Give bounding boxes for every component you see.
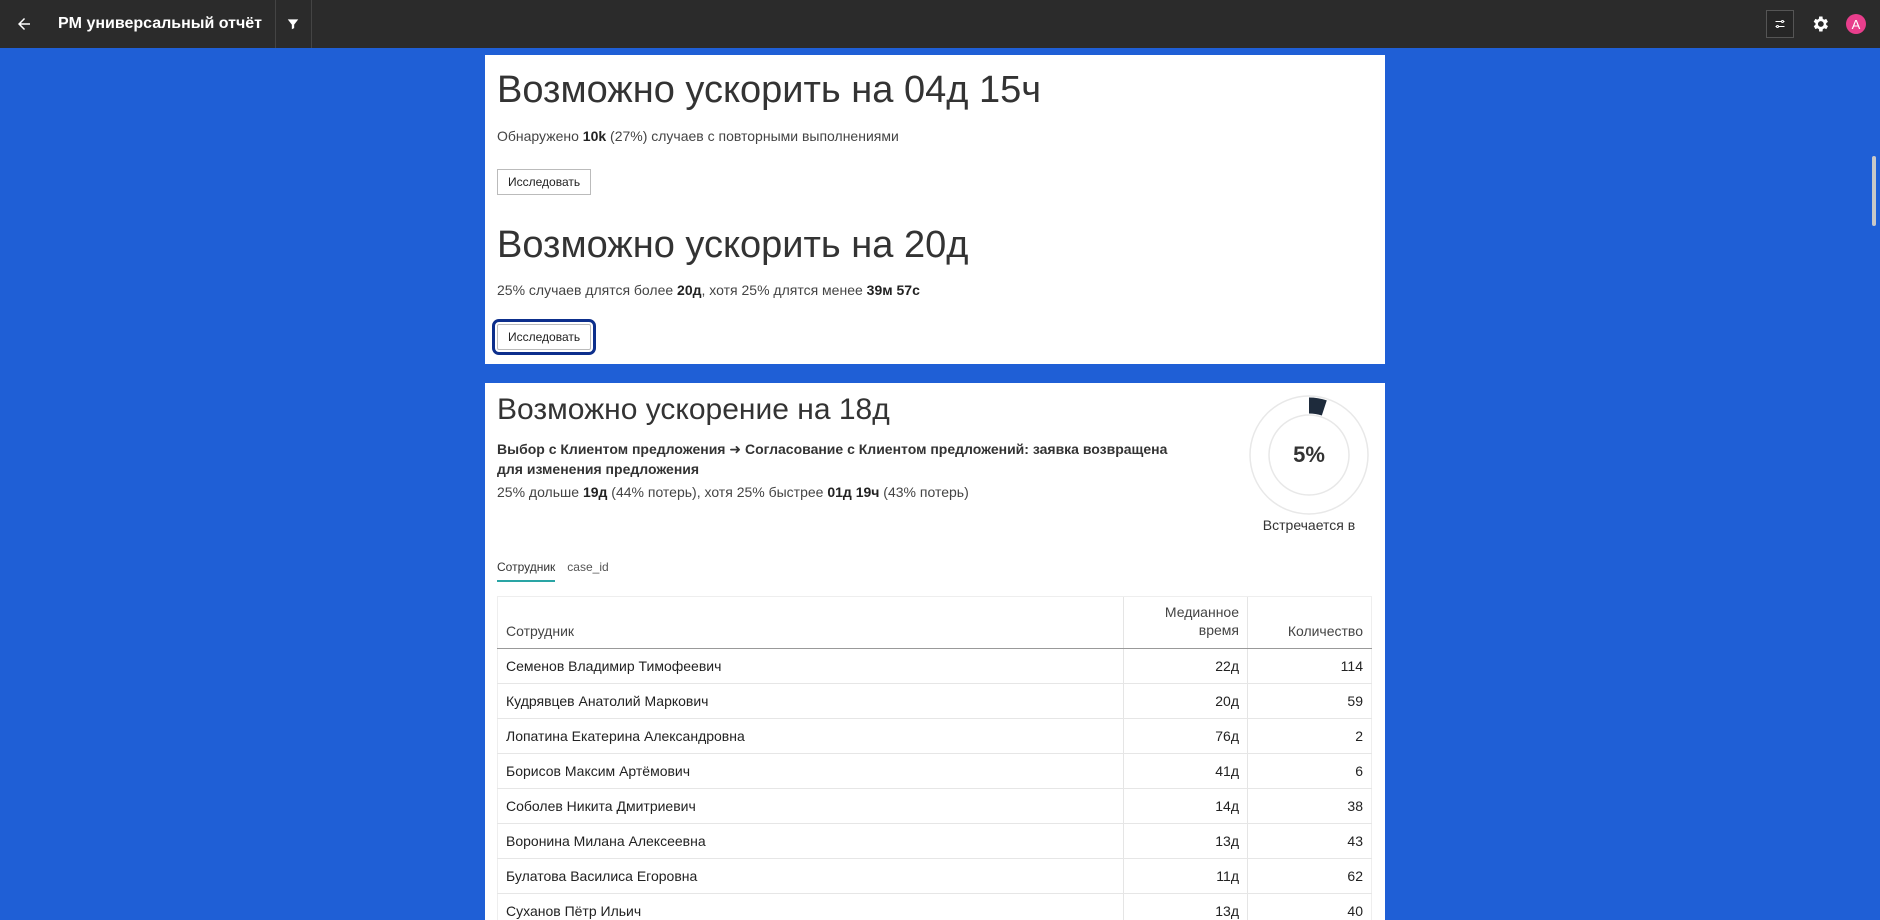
cell-count: 59: [1247, 683, 1372, 719]
transition-card: Возможно ускорение на 18д Выбор с Клиент…: [485, 383, 1385, 920]
column-header-median-time[interactable]: Медианное время: [1123, 596, 1248, 649]
cell-employee: Воронина Милана Алексеевна: [497, 823, 1124, 859]
cell-median-time: 13д: [1123, 823, 1248, 859]
scrollbar-thumb[interactable]: [1872, 156, 1876, 226]
topbar-actions: A: [1766, 0, 1880, 48]
delta-slow: 19д: [582, 484, 608, 500]
settings-button[interactable]: [1808, 12, 1832, 36]
cell-count: 40: [1247, 893, 1372, 920]
table-row[interactable]: Суханов Пётр Ильич 13д 40: [497, 893, 1372, 920]
column-header-employee[interactable]: Сотрудник: [497, 596, 1124, 649]
tab-case-id[interactable]: case_id: [567, 560, 608, 582]
cell-count: 62: [1247, 858, 1372, 894]
table-row[interactable]: Борисов Максим Артёмович 41д 6: [497, 753, 1372, 789]
cell-median-time: 13д: [1123, 893, 1248, 920]
duration-summary-pre: 25% случаев длятся более: [497, 282, 678, 298]
rework-summary-post: (27%) случаев с повторными выполнениями: [606, 128, 899, 144]
table-row[interactable]: Булатова Василиса Егоровна 11д 62: [497, 858, 1372, 894]
cell-employee: Лопатина Екатерина Александровна: [497, 718, 1124, 754]
transition-speedup-title: Возможно ускорение на 18д: [497, 393, 890, 426]
occurrence-donut: 5%: [1249, 395, 1369, 515]
donut-arc: [1309, 397, 1327, 416]
cell-median-time: 11д: [1123, 858, 1248, 894]
delta-fast: 01д 19ч: [827, 484, 880, 500]
explore-duration-button[interactable]: Исследовать: [491, 319, 597, 355]
app-title: PM универсальный отчёт: [58, 0, 276, 48]
rework-count: 10k: [582, 128, 607, 144]
breakdown-tabs: Сотрудник case_id: [497, 560, 609, 582]
cell-employee: Суханов Пётр Ильич: [497, 893, 1124, 920]
duration-summary: 25% случаев длятся более 20д, хотя 25% д…: [497, 282, 920, 298]
rework-speedup-title: Возможно ускорить на 04д 15ч: [497, 69, 1042, 111]
cell-employee: Кудрявцев Анатолий Маркович: [497, 683, 1124, 719]
transition-name: Выбор с Клиентом предложения ➜ Согласова…: [497, 441, 1168, 477]
gear-icon: [1813, 16, 1828, 32]
cell-count: 43: [1247, 823, 1372, 859]
column-header-count[interactable]: Количество: [1247, 596, 1372, 649]
donut-percent: 5%: [1293, 442, 1325, 467]
back-button[interactable]: [0, 0, 48, 48]
avatar[interactable]: A: [1846, 14, 1866, 34]
tune-icon: [1775, 20, 1785, 28]
cell-employee: Борисов Максим Артёмович: [497, 753, 1124, 789]
cell-median-time: 22д: [1123, 648, 1248, 684]
transition-delta: 25% дольше 19д (44% потерь), хотя 25% бы…: [497, 484, 969, 500]
table-row[interactable]: Лопатина Екатерина Александровна 76д 2: [497, 718, 1372, 754]
table-row[interactable]: Соболев Никита Дмитриевич 14д 38: [497, 788, 1372, 824]
duration-summary-mid: , хотя 25% длятся менее: [701, 282, 867, 298]
donut-caption: Встречается в: [1262, 517, 1356, 533]
duration-long: 20д: [677, 282, 702, 298]
cell-employee: Булатова Василиса Егоровна: [497, 858, 1124, 894]
rework-summary: Обнаружено 10k (27%) случаев с повторным…: [497, 128, 899, 144]
delta-pre: 25% дольше: [497, 484, 583, 500]
tune-button[interactable]: [1766, 10, 1794, 38]
speedup-card: Возможно ускорить на 04д 15ч Обнаружено …: [485, 55, 1385, 364]
table-header-row: Сотрудник Медианное время Количество: [497, 596, 1372, 649]
explore-rework-button[interactable]: Исследовать: [497, 169, 592, 195]
table-row[interactable]: Кудрявцев Анатолий Маркович 20д 59: [497, 683, 1372, 719]
cell-count: 38: [1247, 788, 1372, 824]
cell-count: 114: [1247, 648, 1372, 684]
cell-median-time: 76д: [1123, 718, 1248, 754]
cell-median-time: 14д: [1123, 788, 1248, 824]
rework-summary-pre: Обнаружено: [497, 128, 583, 144]
cell-count: 6: [1247, 753, 1372, 789]
cell-count: 2: [1247, 718, 1372, 754]
filter-icon: [288, 19, 299, 30]
delta-mid: (44% потерь), хотя 25% быстрее: [607, 484, 828, 500]
cell-employee: Семенов Владимир Тимофеевич: [497, 648, 1124, 684]
filter-button[interactable]: [276, 0, 312, 48]
breakdown-table: Сотрудник Медианное время Количество Сем…: [497, 596, 1372, 920]
tab-employee[interactable]: Сотрудник: [497, 560, 556, 582]
top-bar: PM универсальный отчёт A: [0, 0, 1880, 48]
arrow-back-icon: [18, 18, 30, 30]
cell-employee: Соболев Никита Дмитриевич: [497, 788, 1124, 824]
table-row[interactable]: Семенов Владимир Тимофеевич 22д 114: [497, 648, 1372, 684]
delta-post: (43% потерь): [879, 484, 969, 500]
duration-speedup-title: Возможно ускорить на 20д: [497, 224, 969, 266]
cell-median-time: 20д: [1123, 683, 1248, 719]
duration-short: 39м 57с: [866, 282, 920, 298]
table-row[interactable]: Воронина Милана Алексеевна 13д 43: [497, 823, 1372, 859]
cell-median-time: 41д: [1123, 753, 1248, 789]
